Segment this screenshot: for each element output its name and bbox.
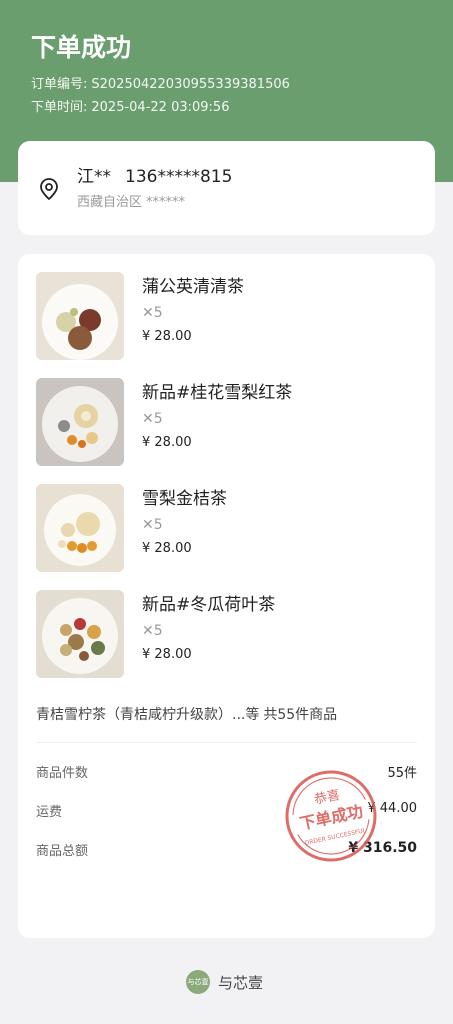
product-image (36, 484, 124, 572)
location-pin-icon (40, 178, 58, 201)
recipient-name: 江** (77, 167, 111, 187)
item-name: 蒲公英清清茶 (142, 277, 244, 297)
recipient-phone: 136*****815 (125, 167, 233, 187)
item-quantity: ✕5 (142, 517, 163, 533)
item-count-value: 55件 (387, 766, 417, 781)
item-price: ¥ 28.00 (142, 329, 192, 344)
product-image (36, 272, 124, 360)
total-label: 商品总额 (36, 844, 89, 859)
order-item[interactable]: 蒲公英清清茶 ✕5 ¥ 28.00 (36, 272, 416, 362)
recipient-line: 江** 136*****815 (77, 162, 232, 187)
order-item[interactable]: 雪梨金桔茶 ✕5 ¥ 28.00 (36, 484, 416, 574)
product-image (36, 590, 124, 678)
shipping-label: 运费 (36, 805, 63, 820)
address-region: 西藏自治区 (77, 195, 143, 210)
item-quantity: ✕5 (142, 411, 163, 427)
order-item[interactable]: 新品#桂花雪梨红茶 ✕5 ¥ 28.00 (36, 378, 416, 468)
item-count-label: 商品件数 (36, 766, 89, 781)
item-name: 新品#冬瓜荷叶茶 (142, 595, 276, 615)
product-image (36, 378, 124, 466)
brand-logo: 与芯壹 (186, 970, 210, 994)
item-price: ¥ 28.00 (142, 541, 192, 556)
item-name: 新品#桂花雪梨红茶 (142, 383, 293, 403)
divider (36, 742, 417, 743)
order-item[interactable]: 新品#冬瓜荷叶茶 ✕5 ¥ 28.00 (36, 590, 416, 680)
order-success-stamp: 恭喜 下单成功 ORDER SUCCESSFUL (285, 770, 377, 862)
order-time-value: 2025-04-22 03:09:56 (91, 100, 230, 115)
item-name: 雪梨金桔茶 (142, 489, 227, 509)
order-time: 下单时间: 2025-04-22 03:09:56 (31, 96, 229, 115)
item-quantity: ✕5 (142, 623, 163, 639)
item-quantity: ✕5 (142, 305, 163, 321)
order-number-value: S2025042203095533938​1506 (91, 77, 290, 92)
order-number: 订单编号: S2025042203095533938​1506 (31, 73, 290, 92)
address-detail: ****** (146, 195, 186, 210)
total-items-count: 共55件商品 (263, 707, 338, 723)
item-price: ¥ 28.00 (142, 435, 192, 450)
more-items-text: 青桔雪柠茶（青桔咸柠升级款）...等 (36, 707, 260, 723)
order-time-label: 下单时间: (31, 100, 88, 115)
address-card[interactable]: 江** 136*****815 西藏自治区 ****** (18, 141, 435, 235)
stamp-top-text: 恭喜 (313, 788, 342, 808)
order-card: 蒲公英清清茶 ✕5 ¥ 28.00 新品#桂花雪梨红茶 ✕5 ¥ 28.00 雪… (18, 254, 435, 938)
brand-name: 与芯壹 (218, 974, 264, 992)
item-price: ¥ 28.00 (142, 647, 192, 662)
address-line: 西藏自治区 ****** (77, 191, 185, 210)
more-items-summary[interactable]: 青桔雪柠茶（青桔咸柠升级款）...等 共55件商品 (36, 704, 337, 724)
page-title: 下单成功 (31, 33, 132, 62)
order-number-label: 订单编号: (31, 77, 88, 92)
